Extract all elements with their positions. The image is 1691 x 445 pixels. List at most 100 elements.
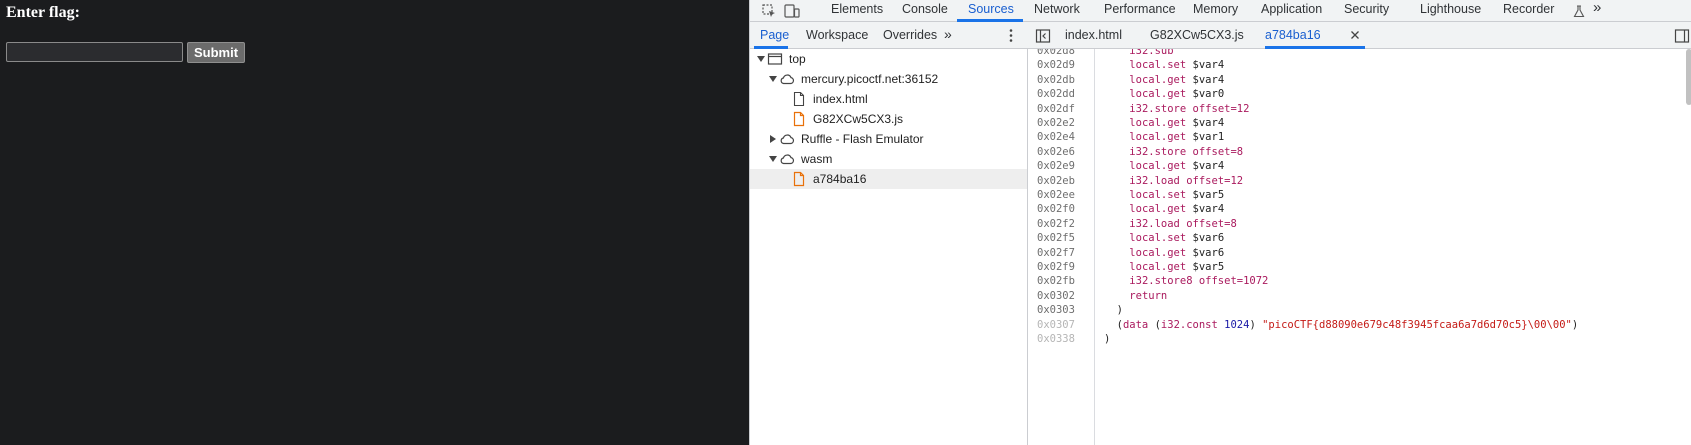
code-view[interactable]: 0x02d8 i32.sub 0x02d9 local.set $var4 0x02… xyxy=(1028,49,1691,445)
tree-item-wasm[interactable]: wasm xyxy=(750,149,1027,169)
code-text: i32.store offset=12 xyxy=(1129,102,1250,115)
tree-item-ruffle[interactable]: Ruffle - Flash Emulator xyxy=(750,129,1027,149)
code-line[interactable]: 0x0302 return xyxy=(1028,289,1691,303)
navigator-tab-page[interactable]: Page xyxy=(760,22,789,49)
line-number[interactable]: 0x02d8 xyxy=(1037,49,1093,58)
code-line[interactable]: 0x02e9 local.get $var4 xyxy=(1028,159,1691,173)
more-tabs-button[interactable]: » xyxy=(1593,0,1601,22)
line-number[interactable]: 0x02f9 xyxy=(1037,260,1093,274)
code-text: local.set $var6 xyxy=(1129,232,1225,245)
line-number[interactable]: 0x02e4 xyxy=(1037,130,1093,144)
expanded-arrow-icon[interactable] xyxy=(768,74,778,84)
line-number[interactable]: 0x02e9 xyxy=(1037,159,1093,173)
navigator-tab-overrides[interactable]: Overrides xyxy=(883,22,937,49)
code-line[interactable]: 0x0303 ) xyxy=(1028,303,1691,317)
collapsed-arrow-icon[interactable] xyxy=(768,134,778,144)
cloud-icon xyxy=(780,154,795,165)
code-line[interactable]: 0x02df i32.store offset=12 xyxy=(1028,102,1691,116)
code-text: local.get $var4 xyxy=(1129,73,1225,86)
frame-icon xyxy=(767,53,783,65)
line-number[interactable]: 0x02f0 xyxy=(1037,202,1093,216)
toggle-navigator-icon[interactable] xyxy=(1035,28,1051,44)
editor-tabbar: index.html G82XCw5CX3.js a784ba16 xyxy=(1028,22,1691,49)
line-number[interactable]: 0x02f5 xyxy=(1037,231,1093,245)
code-text: (data (i32.const 1024) "picoCTF{d88090e6… xyxy=(1104,318,1579,331)
navigator-tab-workspace[interactable]: Workspace xyxy=(806,22,868,49)
tab-lighthouse[interactable]: Lighthouse xyxy=(1420,0,1481,22)
tree-label: wasm xyxy=(801,152,833,166)
code-text: return xyxy=(1129,289,1168,302)
code-text: ) xyxy=(1104,304,1123,317)
tab-recorder[interactable]: Recorder xyxy=(1503,0,1554,22)
code-line[interactable]: 0x02e2 local.get $var4 xyxy=(1028,116,1691,130)
navigator-menu-icon[interactable] xyxy=(1008,28,1014,43)
tab-memory[interactable]: Memory xyxy=(1193,0,1238,22)
tree-item-a784ba16[interactable]: a784ba16 xyxy=(750,169,1027,189)
line-number[interactable]: 0x02eb xyxy=(1037,174,1093,188)
line-number[interactable]: 0x02d9 xyxy=(1037,58,1093,72)
vertical-scrollbar[interactable] xyxy=(1686,49,1691,105)
code-line[interactable]: 0x02e6 i32.store offset=8 xyxy=(1028,145,1691,159)
code-line[interactable]: 0x02f0 local.get $var4 xyxy=(1028,202,1691,216)
code-line[interactable]: 0x02e4 local.get $var1 xyxy=(1028,130,1691,144)
line-number[interactable]: 0x02fb xyxy=(1037,274,1093,288)
code-line[interactable]: 0x0338) xyxy=(1028,332,1691,346)
document-icon xyxy=(793,91,805,107)
tree-item-index-html[interactable]: index.html xyxy=(750,89,1027,109)
expanded-arrow-icon[interactable] xyxy=(768,154,778,164)
file-tab-a784ba16[interactable]: a784ba16 xyxy=(1265,22,1321,49)
line-number[interactable]: 0x0307 xyxy=(1037,318,1093,332)
line-number[interactable]: 0x0303 xyxy=(1037,303,1093,317)
submit-button[interactable]: Submit xyxy=(187,42,245,63)
code-text: i32.load offset=12 xyxy=(1129,174,1244,187)
inspect-element-icon[interactable] xyxy=(758,0,780,22)
line-number[interactable]: 0x02f7 xyxy=(1037,246,1093,260)
close-tab-icon[interactable] xyxy=(1349,29,1361,41)
line-number[interactable]: 0x02dd xyxy=(1037,87,1093,101)
tab-console[interactable]: Console xyxy=(902,0,948,22)
tree-item-top[interactable]: top xyxy=(750,49,1027,69)
flag-input[interactable] xyxy=(6,42,183,62)
code-line[interactable]: 0x02ee local.set $var5 xyxy=(1028,188,1691,202)
line-number[interactable]: 0x02e6 xyxy=(1037,145,1093,159)
code-line[interactable]: 0x02db local.get $var4 xyxy=(1028,73,1691,87)
line-number[interactable]: 0x02df xyxy=(1037,102,1093,116)
code-line[interactable]: 0x02dd local.get $var0 xyxy=(1028,87,1691,101)
tree-label: G82XCw5CX3.js xyxy=(813,112,904,126)
tree-item-g82xcw5cx3-js[interactable]: G82XCw5CX3.js xyxy=(750,109,1027,129)
code-line[interactable]: 0x02f7 local.get $var6 xyxy=(1028,246,1691,260)
expanded-arrow-icon[interactable] xyxy=(756,54,766,64)
line-number[interactable]: 0x0302 xyxy=(1037,289,1093,303)
tree-label: mercury.picoctf.net:36152 xyxy=(801,72,939,86)
code-line[interactable]: 0x02f9 local.get $var5 xyxy=(1028,260,1691,274)
line-number[interactable]: 0x02e2 xyxy=(1037,116,1093,130)
code-line[interactable]: 0x02d8 i32.sub xyxy=(1028,49,1691,58)
code-line[interactable]: 0x02eb i32.load offset=12 xyxy=(1028,174,1691,188)
tab-elements[interactable]: Elements xyxy=(831,0,883,22)
code-line[interactable]: 0x02fb i32.store8 offset=1072 xyxy=(1028,274,1691,288)
tab-performance[interactable]: Performance xyxy=(1104,0,1176,22)
tree-label: Ruffle - Flash Emulator xyxy=(801,132,924,146)
devtools-main-tabbar: Elements Console Sources Network Perform… xyxy=(750,0,1691,22)
file-tab-g82xcw5cx3-js[interactable]: G82XCw5CX3.js xyxy=(1150,22,1244,49)
tab-security[interactable]: Security xyxy=(1344,0,1389,22)
line-number[interactable]: 0x02db xyxy=(1037,73,1093,87)
line-number[interactable]: 0x02ee xyxy=(1037,188,1093,202)
tab-application[interactable]: Application xyxy=(1261,0,1322,22)
navigator-more-tabs-button[interactable]: » xyxy=(944,22,952,49)
script-file-icon xyxy=(793,111,805,127)
file-tab-index-html[interactable]: index.html xyxy=(1065,22,1122,49)
code-line[interactable]: 0x02d9 local.set $var4 xyxy=(1028,58,1691,72)
line-number[interactable]: 0x0338 xyxy=(1037,332,1093,346)
flask-icon xyxy=(1568,0,1590,22)
code-line[interactable]: 0x02f2 i32.load offset=8 xyxy=(1028,217,1691,231)
line-number[interactable]: 0x02f2 xyxy=(1037,217,1093,231)
code-line[interactable]: 0x0307 (data (i32.const 1024) "picoCTF{d… xyxy=(1028,318,1691,332)
tree-item-mercury-domain[interactable]: mercury.picoctf.net:36152 xyxy=(750,69,1027,89)
code-text: local.get $var4 xyxy=(1129,203,1225,216)
toggle-debugger-icon[interactable] xyxy=(1674,28,1690,44)
device-toolbar-icon[interactable] xyxy=(781,0,803,22)
code-text: i32.load offset=8 xyxy=(1129,217,1237,230)
tab-network[interactable]: Network xyxy=(1034,0,1080,22)
code-line[interactable]: 0x02f5 local.set $var6 xyxy=(1028,231,1691,245)
